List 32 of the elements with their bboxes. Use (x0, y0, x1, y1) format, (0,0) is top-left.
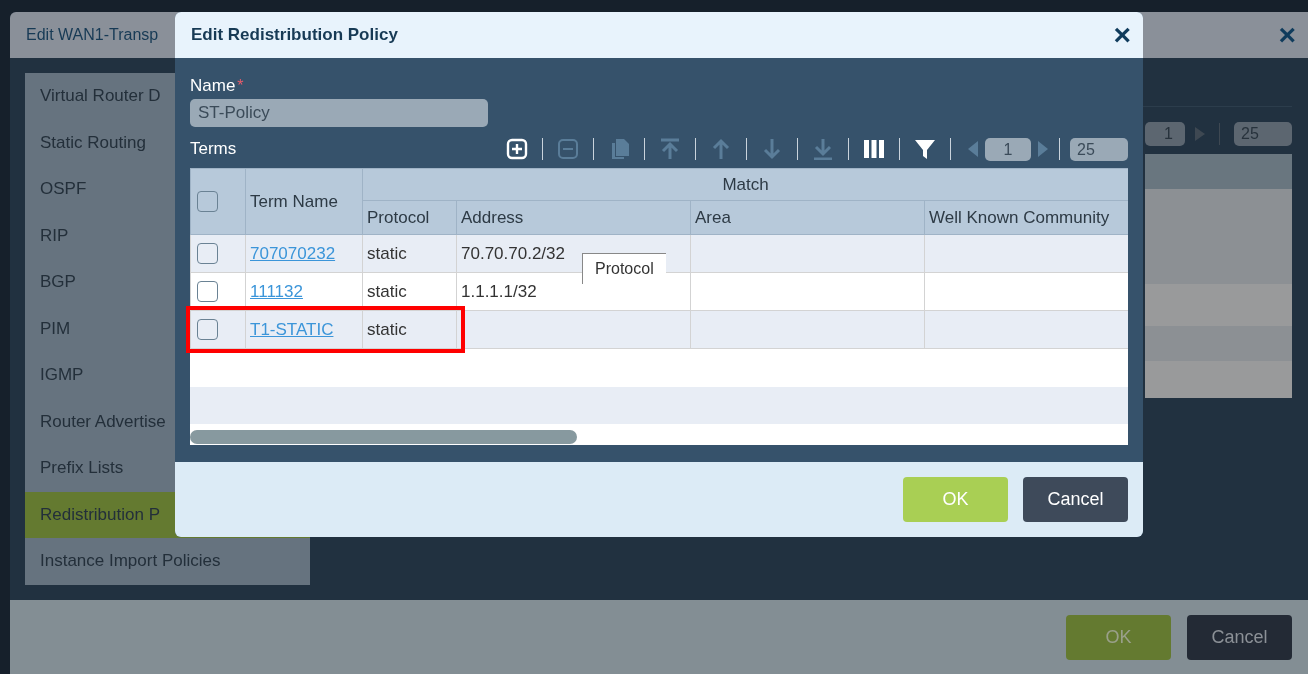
tooltip: Protocol (582, 253, 666, 284)
previous-page-icon[interactable] (968, 141, 978, 157)
sidebar-item[interactable]: Instance Import Policies (25, 538, 310, 585)
column-group-header: Match (362, 168, 1128, 201)
next-page-icon[interactable] (1195, 127, 1205, 141)
table-cell: static (362, 310, 457, 349)
cancel-button[interactable]: Cancel (1023, 477, 1128, 522)
section-label: Terms (190, 139, 237, 159)
close-button[interactable]: × (1113, 20, 1131, 50)
ok-button[interactable]: OK (1066, 614, 1171, 660)
column-header[interactable]: Well Known Community (924, 200, 1128, 235)
required-mark: * (237, 77, 244, 95)
row-checkbox[interactable] (197, 319, 218, 340)
table-cell: static (362, 234, 457, 273)
page-field[interactable]: 1 (985, 137, 1031, 161)
column-header[interactable]: Area (690, 200, 925, 235)
scrollbar[interactable] (190, 430, 577, 444)
column-header[interactable]: Protocol (362, 200, 457, 235)
dialog-title: Edit WAN1-Transp (26, 26, 159, 44)
field-label: Name (190, 76, 236, 96)
column-header[interactable]: Address (456, 200, 691, 235)
name-field[interactable]: ST-Policy (190, 99, 488, 127)
ok-button[interactable]: OK (903, 477, 1008, 522)
cancel-button[interactable]: Cancel (1187, 614, 1292, 660)
column-header[interactable]: Term Name (245, 168, 363, 235)
close-button[interactable]: × (1278, 20, 1296, 50)
next-page-icon[interactable] (1038, 141, 1048, 157)
page-size-field[interactable]: 25 (1070, 137, 1128, 161)
dialog-title: Edit Redistribution Policy (191, 25, 398, 45)
row-checkbox[interactable] (197, 281, 218, 302)
select-all-checkbox[interactable] (197, 191, 218, 212)
row-checkbox[interactable] (197, 243, 218, 264)
